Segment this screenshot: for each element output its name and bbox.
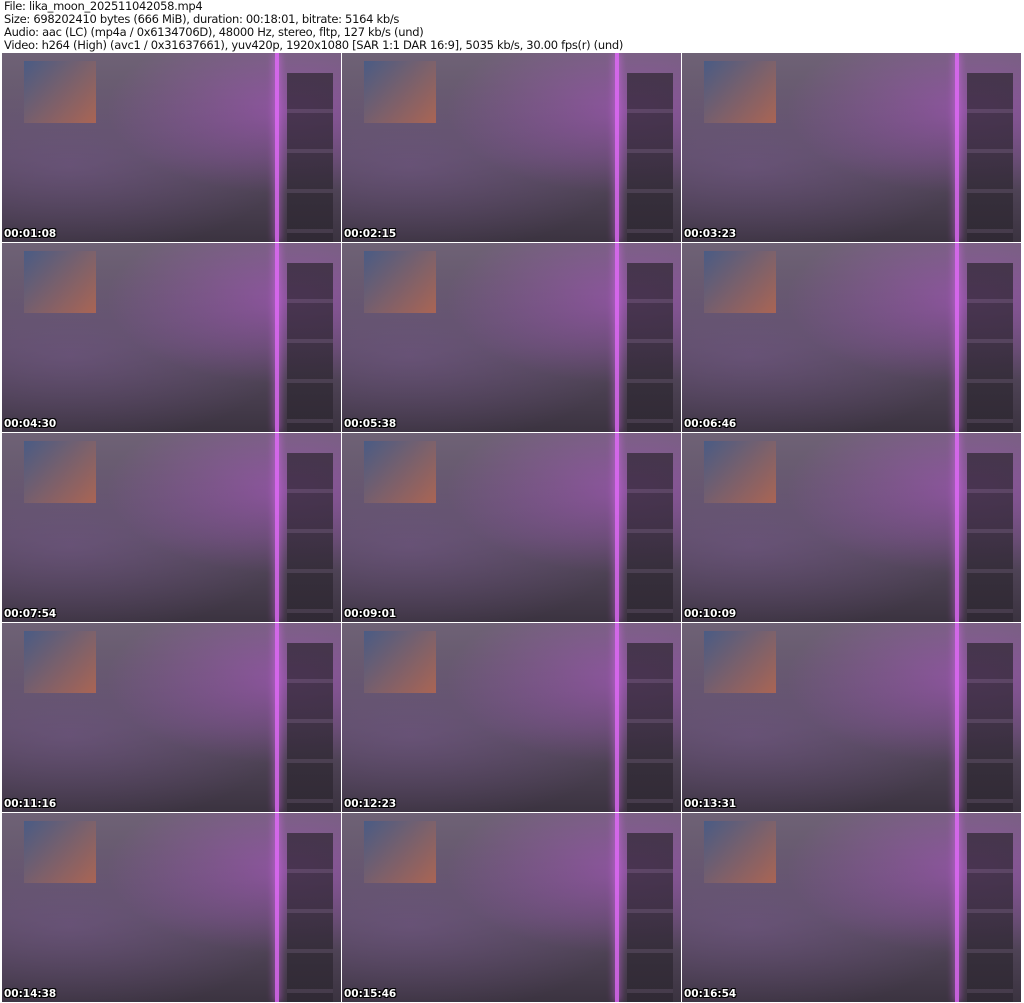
thumbnail-frame-placeholder [627,453,673,622]
video-thumbnail: 00:15:46 [342,813,681,1002]
video-thumbnail: 00:09:01 [342,433,681,622]
thumbnail-timestamp: 00:07:54 [4,608,57,620]
video-thumbnail: 00:14:38 [2,813,341,1002]
thumbnail-timestamp: 00:14:38 [4,988,57,1000]
thumbnail-frame-placeholder [287,263,333,432]
video-thumbnail: 00:10:09 [682,433,1021,622]
thumbnail-frame-placeholder [967,73,1013,242]
video-thumbnail: 00:01:08 [2,53,341,242]
thumbnail-frame-placeholder [615,243,619,432]
thumbnail-frame-placeholder [364,61,436,123]
video-thumbnail: 00:05:38 [342,243,681,432]
thumbnail-frame-placeholder [955,623,959,812]
video-thumbnail: 00:02:15 [342,53,681,242]
thumbnail-frame-placeholder [364,631,436,693]
thumbnail-frame-placeholder [627,643,673,812]
thumbnail-frame-placeholder [615,433,619,622]
thumbnail-frame-placeholder [24,441,96,503]
thumbnail-grid: 00:01:08 00:02:15 00:03:23 00:04:30 00:05:38… [2,53,1021,1002]
thumbnail-frame-placeholder [275,53,279,242]
thumbnail-frame-placeholder [967,263,1013,432]
thumbnail-frame-placeholder [627,263,673,432]
video-thumbnail: 00:11:16 [2,623,341,812]
thumbnail-frame-placeholder [24,61,96,123]
thumbnail-frame-placeholder [615,813,619,1002]
thumbnail-frame-placeholder [704,61,776,123]
thumbnail-frame-placeholder [364,441,436,503]
thumbnail-frame-placeholder [704,441,776,503]
thumbnail-frame-placeholder [275,433,279,622]
thumbnail-frame-placeholder [275,243,279,432]
thumbnail-frame-placeholder [24,251,96,313]
thumbnail-frame-placeholder [275,813,279,1002]
video-thumbnail: 00:04:30 [2,243,341,432]
file-info-header: File: lika_moon_202511042058.mp4 Size: 6… [4,0,623,52]
thumbnail-timestamp: 00:04:30 [4,418,57,430]
thumbnail-frame-placeholder [364,251,436,313]
thumbnail-frame-placeholder [704,251,776,313]
video-thumbnail: 00:12:23 [342,623,681,812]
video-thumbnail: 00:07:54 [2,433,341,622]
thumbnail-frame-placeholder [704,631,776,693]
thumbnail-timestamp: 00:06:46 [684,418,737,430]
thumbnail-frame-placeholder [364,821,436,883]
video-thumbnail: 00:16:54 [682,813,1021,1002]
thumbnail-frame-placeholder [275,623,279,812]
thumbnail-frame-placeholder [287,643,333,812]
thumbnail-frame-placeholder [967,643,1013,812]
thumbnail-timestamp: 00:01:08 [4,228,57,240]
thumbnail-timestamp: 00:16:54 [684,988,737,1000]
thumbnail-frame-placeholder [955,433,959,622]
thumbnail-frame-placeholder [287,73,333,242]
thumbnail-timestamp: 00:11:16 [4,798,57,810]
thumbnail-timestamp: 00:03:23 [684,228,737,240]
thumbnail-timestamp: 00:05:38 [344,418,397,430]
thumbnail-frame-placeholder [24,631,96,693]
thumbnail-frame-placeholder [615,53,619,242]
thumbnail-frame-placeholder [627,833,673,1002]
thumbnail-timestamp: 00:15:46 [344,988,397,1000]
thumbnail-frame-placeholder [955,243,959,432]
thumbnail-frame-placeholder [955,53,959,242]
thumbnail-frame-placeholder [955,813,959,1002]
thumbnail-timestamp: 00:13:31 [684,798,737,810]
thumbnail-frame-placeholder [627,73,673,242]
thumbnail-timestamp: 00:09:01 [344,608,397,620]
thumbnail-frame-placeholder [704,821,776,883]
thumbnail-frame-placeholder [967,833,1013,1002]
thumbnail-frame-placeholder [287,453,333,622]
thumbnail-frame-placeholder [24,821,96,883]
video-thumbnail: 00:06:46 [682,243,1021,432]
thumbnail-timestamp: 00:12:23 [344,798,397,810]
thumbnail-frame-placeholder [615,623,619,812]
video-thumbnail: 00:03:23 [682,53,1021,242]
thumbnail-frame-placeholder [287,833,333,1002]
thumbnail-frame-placeholder [967,453,1013,622]
thumbnail-timestamp: 00:10:09 [684,608,737,620]
video-info: Video: h264 (High) (avc1 / 0x31637661), … [4,38,624,52]
video-thumbnail: 00:13:31 [682,623,1021,812]
thumbnail-timestamp: 00:02:15 [344,228,397,240]
